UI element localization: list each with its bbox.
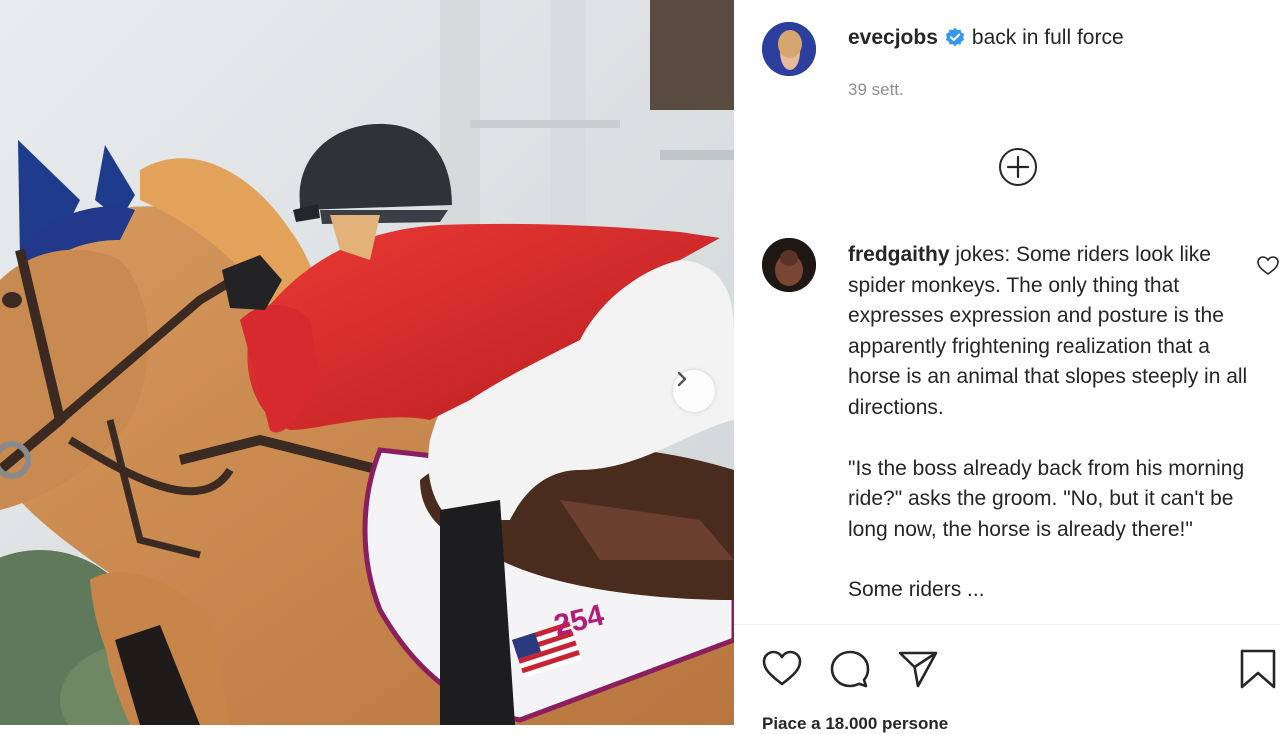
horse-rider-image: 254 [0,0,734,725]
commenter-username[interactable]: fredgaithy [848,243,950,266]
post-header: evecjobs back in full force [848,24,1124,52]
commenter-avatar-image [762,238,816,292]
load-more-comments-button[interactable] [998,147,1038,187]
post-photo: 254 [0,0,734,725]
author-avatar-image [762,22,816,76]
heart-icon [1257,256,1279,275]
bookmark-icon [1240,649,1276,689]
commenter-avatar[interactable] [762,238,816,292]
like-comment-button[interactable] [1256,254,1280,278]
comment-bubble-icon [830,650,870,688]
comment-button[interactable] [828,647,872,691]
comment-paragraph-2: "Is the boss already back from his morni… [848,456,1245,541]
heart-icon [762,650,802,686]
comment: fredgaithy jokes: Some riders look like … [848,240,1248,620]
comment-paragraph-1: fredgaithy jokes: Some riders look like … [848,240,1248,424]
post-side-panel: evecjobs back in full force 39 sett. fre… [734,0,1280,733]
comment-paragraph-3: Some riders ... [848,578,985,602]
author-avatar[interactable] [762,22,816,76]
verified-badge-icon [944,27,966,49]
comment-text-1: jokes: Some riders look like spider monk… [848,243,1248,419]
likes-count[interactable]: Piace a 18.000 persone [762,714,948,734]
actions-divider [734,624,1280,625]
post-timestamp[interactable]: 39 sett. [848,80,904,100]
author-username[interactable]: evecjobs [848,24,938,52]
post-caption: back in full force [971,26,1124,49]
paper-plane-icon [898,651,938,688]
next-image-button[interactable] [673,370,715,412]
like-button[interactable] [760,647,804,691]
share-button[interactable] [896,647,940,691]
save-button[interactable] [1236,647,1280,691]
plus-circle-icon [999,148,1037,186]
post-actions [734,640,1280,700]
chevron-right-icon [677,371,687,387]
